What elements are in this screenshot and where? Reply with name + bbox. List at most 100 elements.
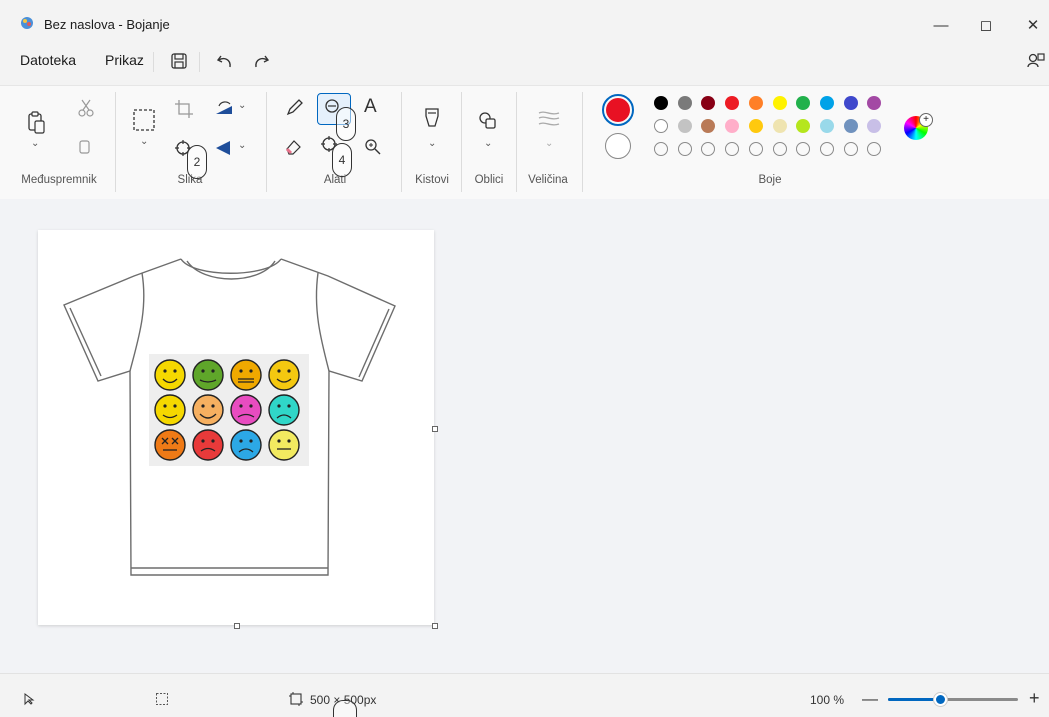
secondary-color-button[interactable]: [605, 133, 631, 159]
size-dropdown-icon[interactable]: ⌄: [545, 138, 553, 149]
palette-swatch[interactable]: [772, 119, 787, 133]
primary-color-swatch: [606, 98, 630, 122]
menu-divider: [153, 52, 154, 72]
callout-3: 3: [336, 107, 356, 141]
zoom-out-button[interactable]: —: [862, 691, 878, 709]
group-label-brushes: Kistovi: [415, 174, 449, 186]
ribbon-divider: [461, 92, 462, 192]
palette-swatch[interactable]: [654, 96, 668, 110]
flip-dropdown-icon[interactable]: ⌄: [238, 140, 246, 151]
close-button[interactable]: ✕: [1013, 10, 1049, 40]
palette-swatch[interactable]: [843, 142, 858, 156]
palette-swatch[interactable]: [843, 119, 858, 133]
palette-swatch[interactable]: [796, 96, 811, 110]
palette-swatch[interactable]: [654, 142, 668, 156]
redo-icon[interactable]: [250, 50, 272, 72]
palette-swatch[interactable]: [654, 119, 668, 133]
group-label-tools: Alati: [323, 174, 347, 186]
palette-swatch[interactable]: [867, 142, 882, 156]
palette-swatch[interactable]: [725, 119, 740, 133]
palette-swatch[interactable]: [772, 96, 787, 110]
palette-swatch[interactable]: [748, 96, 763, 110]
palette-swatch[interactable]: [867, 96, 882, 110]
callout-4: 4: [332, 143, 352, 177]
palette-swatch[interactable]: [725, 96, 740, 110]
palette-swatch[interactable]: [796, 119, 811, 133]
magnifier-icon[interactable]: [362, 136, 384, 158]
group-label-clipboard: Međuspremnik: [21, 174, 97, 186]
ribbon-divider: [266, 92, 267, 192]
group-label-size: Veličina: [528, 174, 568, 186]
shapes-icon[interactable]: [477, 110, 499, 132]
canvas-size-icon: [289, 692, 303, 706]
brush-icon[interactable]: [421, 106, 443, 132]
callout-2: 2: [187, 145, 207, 179]
zoom-in-button[interactable]: +: [1029, 688, 1040, 709]
maximize-button[interactable]: ◻: [966, 10, 1006, 40]
minimize-button[interactable]: —: [921, 10, 961, 40]
group-label-shapes: Oblici: [474, 174, 504, 186]
paste-dropdown-icon[interactable]: ⌄: [31, 138, 39, 149]
palette-swatch[interactable]: [701, 142, 716, 156]
ribbon-divider: [115, 92, 116, 192]
size-icon[interactable]: [537, 108, 561, 130]
undo-icon[interactable]: [214, 50, 236, 72]
resize-handle-corner[interactable]: [432, 623, 438, 629]
resize-handle-bottom[interactable]: [234, 623, 240, 629]
paste-icon[interactable]: [26, 110, 48, 136]
palette-swatch[interactable]: [748, 142, 763, 156]
resize-handle-right[interactable]: [432, 426, 438, 432]
title-bar: Bez naslova - Bojanje — ◻ ✕: [0, 0, 1049, 48]
rotate-dropdown-icon[interactable]: ⌄: [238, 100, 246, 111]
palette-swatch[interactable]: [677, 142, 692, 156]
pencil-icon[interactable]: [283, 97, 305, 119]
palette-swatch[interactable]: [867, 119, 882, 133]
ribbon-divider: [516, 92, 517, 192]
zoom-slider[interactable]: [888, 693, 1018, 706]
color-palette: [654, 96, 894, 162]
group-label-colors: Boje: [758, 174, 782, 186]
rotate-icon[interactable]: [213, 98, 235, 120]
crop-icon[interactable]: [173, 98, 195, 120]
palette-swatch[interactable]: [796, 142, 811, 156]
palette-swatch[interactable]: [677, 119, 692, 133]
ribbon-divider: [582, 92, 583, 192]
callout-partial: [333, 700, 357, 717]
select-icon[interactable]: [132, 108, 156, 132]
palette-swatch[interactable]: [725, 142, 740, 156]
ribbon-divider: [401, 92, 402, 192]
palette-swatch[interactable]: [819, 119, 834, 133]
eraser-icon[interactable]: [283, 136, 305, 158]
menu-view[interactable]: Prikaz: [105, 52, 144, 72]
palette-swatch[interactable]: [701, 96, 716, 110]
palette-swatch[interactable]: [677, 96, 692, 110]
flip-icon[interactable]: [213, 137, 235, 159]
drawing-canvas[interactable]: [38, 230, 434, 625]
text-icon[interactable]: A: [364, 96, 377, 118]
palette-swatch[interactable]: [819, 96, 834, 110]
palette-swatch[interactable]: [819, 142, 834, 156]
selection-size-icon: [156, 693, 168, 705]
menu-divider: [199, 52, 200, 72]
copy-icon[interactable]: [73, 136, 95, 158]
paint-app-icon: [21, 17, 33, 29]
window-title: Bez naslova - Bojanje: [44, 17, 170, 32]
tshirt-drawing: [63, 258, 396, 576]
zoom-level[interactable]: 100 %: [810, 693, 844, 707]
primary-color-button[interactable]: [602, 94, 634, 126]
shapes-dropdown-icon[interactable]: ⌄: [484, 138, 492, 149]
pointer-position-icon: [24, 693, 35, 706]
palette-swatch[interactable]: [843, 96, 858, 110]
zoom-slider-thumb[interactable]: [934, 693, 947, 706]
palette-swatch[interactable]: [701, 119, 716, 133]
menu-file[interactable]: Datoteka: [20, 52, 76, 72]
brush-dropdown-icon[interactable]: ⌄: [428, 138, 436, 149]
account-icon[interactable]: [1025, 50, 1047, 72]
edit-colors-icon[interactable]: +: [904, 113, 933, 140]
cut-icon[interactable]: [75, 97, 97, 119]
save-icon[interactable]: [168, 50, 190, 72]
smileys-print: [149, 354, 309, 466]
palette-swatch[interactable]: [772, 142, 787, 156]
select-dropdown-icon[interactable]: ⌄: [140, 136, 148, 147]
palette-swatch[interactable]: [748, 119, 763, 133]
